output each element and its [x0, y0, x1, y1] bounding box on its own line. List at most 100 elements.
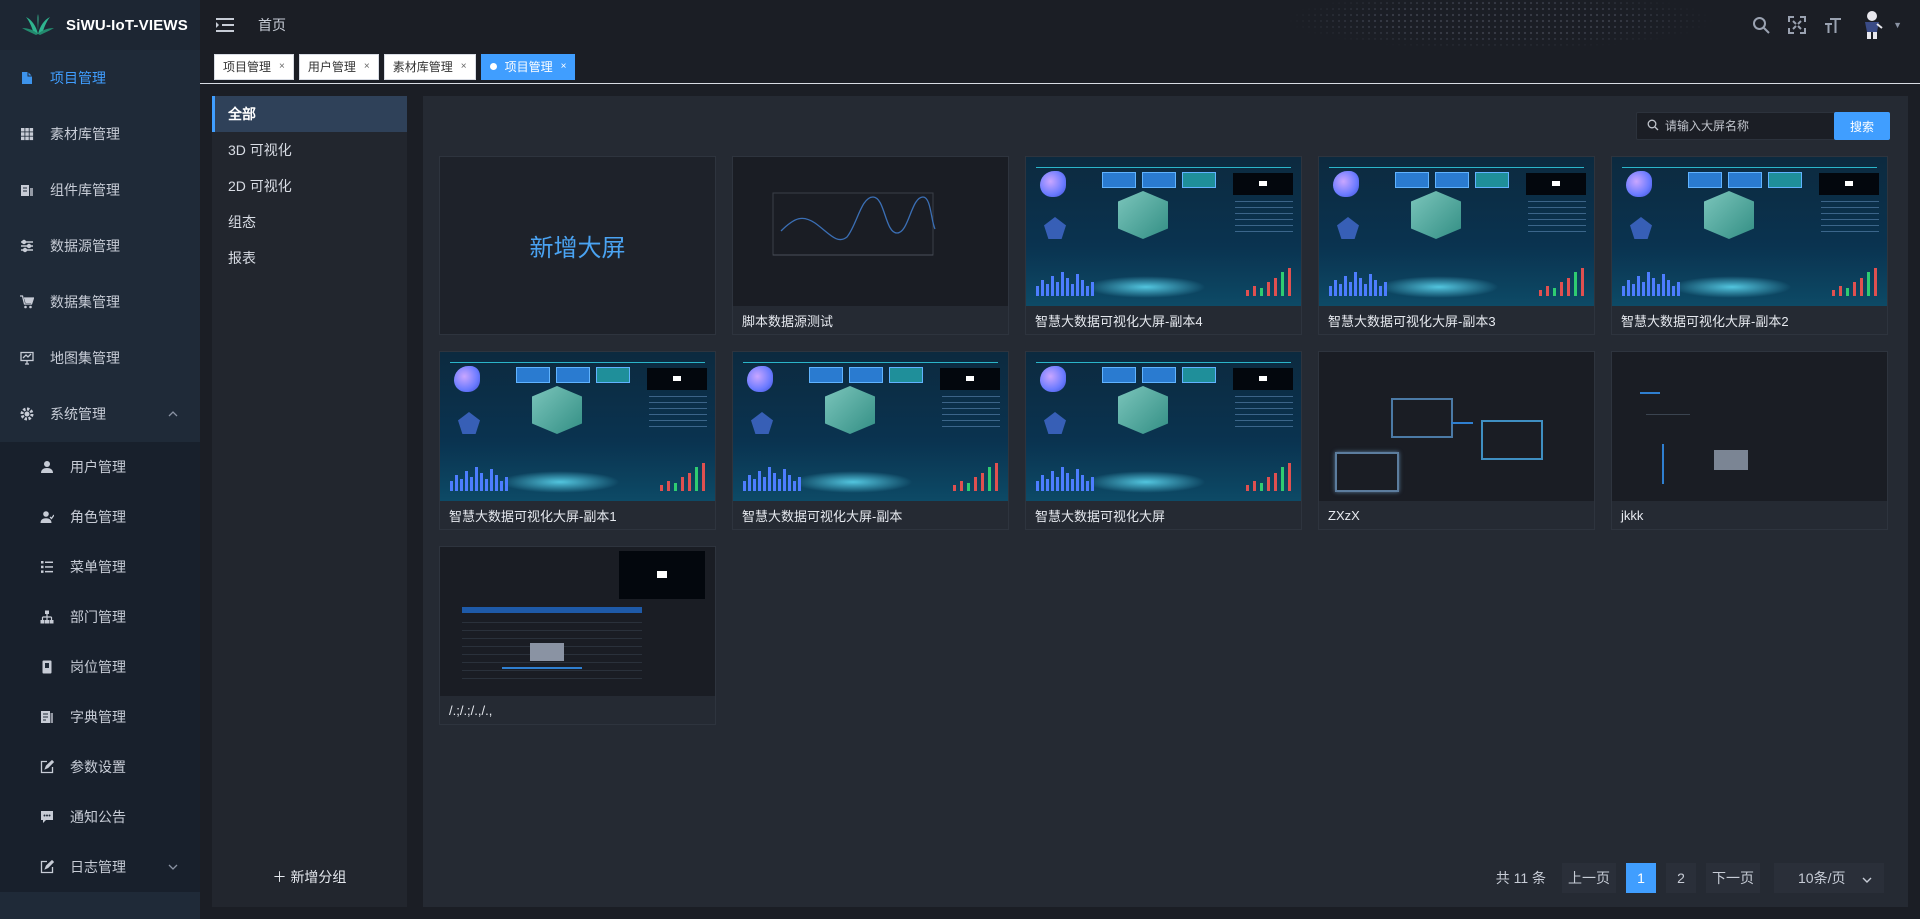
page-number-button[interactable]: 2 [1666, 863, 1696, 893]
screen-card[interactable]: ZXzX [1318, 351, 1595, 530]
page-size-value: 10条/页 [1798, 870, 1846, 886]
user-icon [40, 460, 54, 474]
screen-thumbnail [1612, 157, 1887, 307]
screen-name: 智慧大数据可视化大屏 [1026, 501, 1301, 529]
close-icon[interactable]: × [279, 61, 285, 72]
screen-card[interactable]: 智慧大数据可视化大屏-副本3 [1318, 156, 1595, 335]
search-icon[interactable] [1751, 15, 1771, 35]
screen-thumbnail [733, 352, 1008, 502]
frames-thumbnail [1319, 352, 1594, 501]
sidebar-item-label: 数据集管理 [50, 294, 120, 310]
search-box [1636, 112, 1836, 140]
cart-icon [20, 295, 34, 309]
sidebar-item-label: 岗位管理 [70, 659, 126, 675]
screen-name: jkkk [1612, 501, 1887, 529]
screen-card[interactable]: 智慧大数据可视化大屏-副本4 [1025, 156, 1302, 335]
dashboard-thumbnail [1026, 157, 1301, 307]
group-item[interactable]: 3D 可视化 [212, 132, 407, 168]
sidebar-item-label: 部门管理 [70, 609, 126, 625]
search-input[interactable] [1665, 119, 1825, 133]
chevron-down-icon[interactable]: ▼ [1893, 20, 1902, 30]
plus-icon: ＋ [272, 869, 287, 885]
main-menu: 项目管理 素材库管理组件库管理数据源管理数据集管理地图集管理系统管理用户管理 角色管… [0, 50, 200, 892]
search-input-icon [1647, 118, 1659, 134]
tag-0[interactable]: 项目管理 × [214, 53, 294, 80]
group-item[interactable]: 全部 [212, 96, 407, 132]
screen-name: /.;/.;/.,/., [440, 696, 715, 724]
sidebar-item-label: 通知公告 [70, 809, 126, 825]
page-size-select[interactable]: 10条/页 [1774, 863, 1884, 893]
search-button[interactable]: 搜索 [1834, 112, 1890, 140]
sidebar-item-gear[interactable]: 系统管理 [0, 386, 200, 442]
sidebar-item-label: 系统管理 [50, 406, 106, 422]
screen-card[interactable]: /.;/.;/.,/., [439, 546, 716, 725]
sidebar-item-grid[interactable]: 素材库管理 [0, 106, 200, 162]
sidebar-item-edit[interactable]: 参数设置 [0, 742, 200, 792]
post-icon [40, 660, 54, 674]
user-avatar[interactable] [1859, 9, 1885, 41]
sidebar-item-log[interactable]: 日志管理 [0, 842, 200, 892]
screen-card[interactable]: 脚本数据源测试 [732, 156, 1009, 335]
sliders-icon [20, 239, 34, 253]
sidebar-item-post[interactable]: 岗位管理 [0, 642, 200, 692]
screen-card[interactable]: 智慧大数据可视化大屏 [1025, 351, 1302, 530]
world-map-decoration [1240, 0, 1760, 50]
chevron-down-icon[interactable] [168, 862, 178, 873]
sidebar-item-label: 字典管理 [70, 709, 126, 725]
sidebar-item-book[interactable]: 字典管理 [0, 692, 200, 742]
log-icon [40, 860, 54, 874]
screen-card[interactable]: jkkk [1611, 351, 1888, 530]
org-icon [40, 610, 54, 624]
next-page-button[interactable]: 下一页 [1706, 863, 1760, 893]
font-size-icon[interactable] [1823, 15, 1843, 35]
page-number-button[interactable]: 1 [1626, 863, 1656, 893]
table-thumbnail [440, 547, 715, 696]
add-group-button[interactable]: ＋ 新增分组 [212, 867, 407, 887]
sidebar-item-sliders[interactable]: 数据源管理 [0, 218, 200, 274]
screen-card[interactable]: 智慧大数据可视化大屏-副本2 [1611, 156, 1888, 335]
sidebar-item-org[interactable]: 部门管理 [0, 592, 200, 642]
new-screen-card[interactable]: 新增大屏 [439, 156, 716, 335]
screen-card[interactable]: 智慧大数据可视化大屏-副本 [732, 351, 1009, 530]
sidebar-item-cart[interactable]: 数据集管理 [0, 274, 200, 330]
sidebar-item-label: 组件库管理 [50, 182, 120, 198]
menu-toggle-icon[interactable] [216, 17, 234, 33]
monitor-icon [20, 351, 34, 365]
tag-1[interactable]: 用户管理 × [298, 53, 379, 80]
screen-card[interactable]: 智慧大数据可视化大屏-副本1 [439, 351, 716, 530]
message-icon [40, 810, 54, 824]
total-count: 共 11 条 [1495, 870, 1546, 886]
sidebar-item-user[interactable]: 用户管理 [0, 442, 200, 492]
dashboard-thumbnail [1612, 157, 1887, 307]
fullscreen-icon[interactable] [1787, 15, 1807, 35]
sidebar-item-users[interactable]: 角色管理 [0, 492, 200, 542]
line-chart-thumbnail [772, 192, 936, 256]
sidebar-item-monitor[interactable]: 地图集管理 [0, 330, 200, 386]
sidebar-item-doc[interactable]: 组件库管理 [0, 162, 200, 218]
dashboard-thumbnail [1026, 352, 1301, 502]
group-item[interactable]: 组态 [212, 204, 407, 240]
close-icon[interactable]: × [364, 61, 370, 72]
chevron-down-icon [1862, 870, 1872, 886]
breadcrumb[interactable]: 首页 [258, 15, 286, 35]
group-item[interactable]: 2D 可视化 [212, 168, 407, 204]
tag-3[interactable]: 项目管理 × [480, 53, 576, 80]
screen-thumbnail [440, 352, 715, 502]
sidebar-item-message[interactable]: 通知公告 [0, 792, 200, 842]
tag-2[interactable]: 素材库管理 × [383, 53, 476, 80]
logo[interactable]: SiWU-IoT-VIEWS [0, 0, 200, 50]
sidebar-item-file[interactable]: 项目管理 [0, 50, 200, 106]
screen-thumbnail [1319, 157, 1594, 307]
group-item[interactable]: 报表 [212, 240, 407, 276]
sidebar-item-label: 日志管理 [70, 859, 126, 875]
sidebar-item-list[interactable]: 菜单管理 [0, 542, 200, 592]
grid-icon [20, 127, 34, 141]
prev-page-button[interactable]: 上一页 [1562, 863, 1616, 893]
chevron-up-icon[interactable] [168, 409, 178, 420]
tag-label: 项目管理 [504, 60, 553, 74]
header-actions: ▼ [1751, 0, 1902, 50]
screen-thumbnail [440, 547, 715, 697]
close-icon[interactable]: × [561, 61, 567, 72]
close-icon[interactable]: × [461, 61, 467, 72]
group-panel: 全部 3D 可视化 2D 可视化 组态 报表 ＋ 新增分组 [212, 96, 407, 907]
